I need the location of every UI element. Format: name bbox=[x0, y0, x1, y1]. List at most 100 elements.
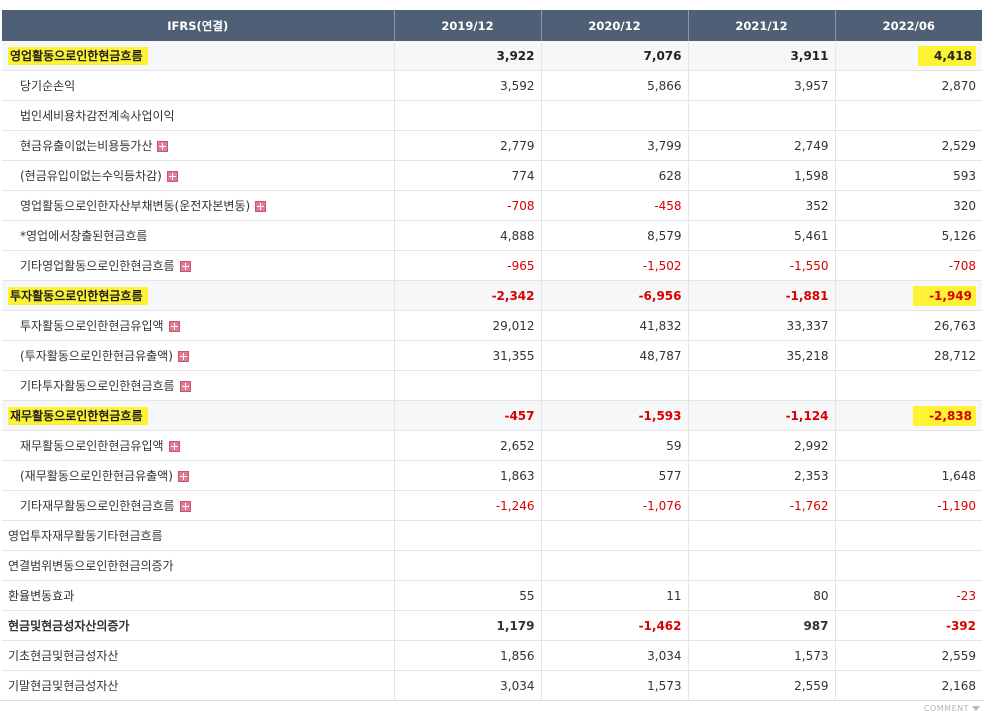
value-cell: 48,787 bbox=[541, 340, 689, 371]
expand-plus-icon[interactable] bbox=[177, 351, 189, 362]
cell-value: 33,337 bbox=[786, 318, 829, 333]
value-cell: 1,648 bbox=[835, 460, 982, 491]
value-cell bbox=[688, 100, 836, 131]
cell-value: 1,598 bbox=[794, 168, 829, 183]
cell-value: 2,168 bbox=[941, 678, 976, 693]
row-label: 현금및현금성자산의증가 bbox=[8, 619, 130, 633]
header-period[interactable]: 2021/12 bbox=[688, 10, 836, 41]
expand-plus-icon[interactable] bbox=[255, 201, 267, 212]
value-cell: 352 bbox=[688, 190, 836, 221]
row-label-cell: *영업에서창출된현금흐름 bbox=[2, 220, 395, 251]
header-period[interactable]: 2020/12 bbox=[541, 10, 689, 41]
value-cell: 2,749 bbox=[688, 130, 836, 161]
row-label: (재무활동으로인한현금유출액) bbox=[20, 469, 173, 483]
row-label-cell: 영업활동으로인한자산부채변동(운전자본변동) bbox=[2, 190, 395, 221]
row-label-cell: 기타영업활동으로인한현금흐름 bbox=[2, 250, 395, 281]
row-label-cell: 현금유출이없는비용등가산 bbox=[2, 130, 395, 161]
cell-value: 3,911 bbox=[790, 48, 829, 63]
header-period[interactable]: 2019/12 bbox=[394, 10, 542, 41]
comment-toggle[interactable]: COMMENT bbox=[924, 704, 980, 713]
value-cell: 4,418 bbox=[835, 41, 982, 71]
cell-value: -23 bbox=[956, 588, 976, 603]
expand-plus-icon[interactable] bbox=[168, 321, 180, 332]
value-cell bbox=[541, 370, 689, 401]
value-cell: -458 bbox=[541, 190, 689, 221]
expand-plus-icon[interactable] bbox=[177, 471, 189, 482]
value-cell: 5,866 bbox=[541, 70, 689, 101]
row-label: 당기순손익 bbox=[20, 79, 76, 93]
table-body: 영업활동으로인한현금흐름 3,922 7,076 3,911 4,418 당기순손익 3,5… bbox=[2, 41, 982, 701]
value-cell: 5,461 bbox=[688, 220, 836, 251]
value-cell: 8,579 bbox=[541, 220, 689, 251]
value-cell: -708 bbox=[835, 250, 982, 281]
section-row: 재무활동으로인한현금흐름 -457 -1,593 -1,124 -2,838 bbox=[2, 400, 982, 431]
value-cell bbox=[835, 370, 982, 401]
value-cell: -1,593 bbox=[541, 400, 689, 431]
value-cell bbox=[394, 100, 542, 131]
table-row: (투자활동으로인한현금유출액) 31,355 48,787 35,218 28,712 bbox=[2, 340, 982, 371]
value-cell: 3,034 bbox=[541, 640, 689, 671]
cell-value: 35,218 bbox=[786, 348, 829, 363]
cell-value: 3,799 bbox=[647, 138, 682, 153]
expand-plus-icon[interactable] bbox=[179, 261, 191, 272]
table-row: 당기순손익 3,592 5,866 3,957 2,870 bbox=[2, 70, 982, 101]
value-cell: -1,762 bbox=[688, 490, 836, 521]
value-cell: 4,888 bbox=[394, 220, 542, 251]
cell-value: 11 bbox=[666, 588, 682, 603]
cell-value: 3,034 bbox=[647, 648, 682, 663]
value-cell: -457 bbox=[394, 400, 542, 431]
value-cell: 7,076 bbox=[541, 41, 689, 71]
cell-value: 593 bbox=[953, 168, 976, 183]
expand-plus-icon[interactable] bbox=[179, 381, 191, 392]
value-cell: -1,550 bbox=[688, 250, 836, 281]
cell-value: 8,579 bbox=[647, 228, 682, 243]
cell-value: -965 bbox=[507, 258, 535, 273]
cell-value: 1,863 bbox=[500, 468, 535, 483]
value-cell: 987 bbox=[688, 610, 836, 641]
value-cell: -392 bbox=[835, 610, 982, 641]
cell-value: 320 bbox=[953, 198, 976, 213]
expand-plus-icon[interactable] bbox=[179, 501, 191, 512]
value-cell: 11 bbox=[541, 580, 689, 611]
cell-value: 5,126 bbox=[941, 228, 976, 243]
table-row: 영업활동으로인한자산부채변동(운전자본변동) -708 -458 352 320 bbox=[2, 190, 982, 221]
row-label-cell: 투자활동으로인한현금흐름 bbox=[2, 280, 395, 311]
cell-value: 7,076 bbox=[643, 48, 682, 63]
row-label: (투자활동으로인한현금유출액) bbox=[20, 349, 173, 363]
table-row: 기타투자활동으로인한현금흐름 bbox=[2, 370, 982, 401]
value-cell: 2,779 bbox=[394, 130, 542, 161]
value-cell bbox=[835, 520, 982, 551]
row-label: 기말현금및현금성자산 bbox=[8, 679, 119, 693]
cell-value: 2,992 bbox=[794, 438, 829, 453]
cell-value: -2,342 bbox=[491, 288, 535, 303]
value-cell: -1,462 bbox=[541, 610, 689, 641]
cell-value: 3,922 bbox=[496, 48, 535, 63]
value-cell: 2,992 bbox=[688, 430, 836, 461]
cell-value: -1,550 bbox=[789, 258, 829, 273]
value-cell: 29,012 bbox=[394, 310, 542, 341]
header-period[interactable]: 2022/06 bbox=[835, 10, 982, 41]
value-cell: -708 bbox=[394, 190, 542, 221]
cell-value: 41,832 bbox=[639, 318, 682, 333]
row-label-cell: 기초현금및현금성자산 bbox=[2, 640, 395, 671]
value-cell: 59 bbox=[541, 430, 689, 461]
expand-plus-icon[interactable] bbox=[157, 141, 169, 152]
value-cell: 80 bbox=[688, 580, 836, 611]
cell-value: -457 bbox=[504, 408, 535, 423]
value-cell: 33,337 bbox=[688, 310, 836, 341]
expand-plus-icon[interactable] bbox=[168, 441, 180, 452]
value-cell: 3,922 bbox=[394, 41, 542, 71]
value-cell bbox=[541, 520, 689, 551]
row-label: 투자활동으로인한현금유입액 bbox=[20, 319, 164, 333]
value-cell: 3,799 bbox=[541, 130, 689, 161]
value-cell: 774 bbox=[394, 160, 542, 191]
value-cell: 628 bbox=[541, 160, 689, 191]
row-label-cell: 기말현금및현금성자산 bbox=[2, 670, 395, 701]
cell-value: 3,034 bbox=[500, 678, 535, 693]
value-cell: 5,126 bbox=[835, 220, 982, 251]
value-cell: 31,355 bbox=[394, 340, 542, 371]
row-label: 현금유출이없는비용등가산 bbox=[20, 139, 153, 153]
value-cell: -2,838 bbox=[835, 400, 982, 431]
cell-value: 1,573 bbox=[647, 678, 682, 693]
expand-plus-icon[interactable] bbox=[166, 171, 178, 182]
